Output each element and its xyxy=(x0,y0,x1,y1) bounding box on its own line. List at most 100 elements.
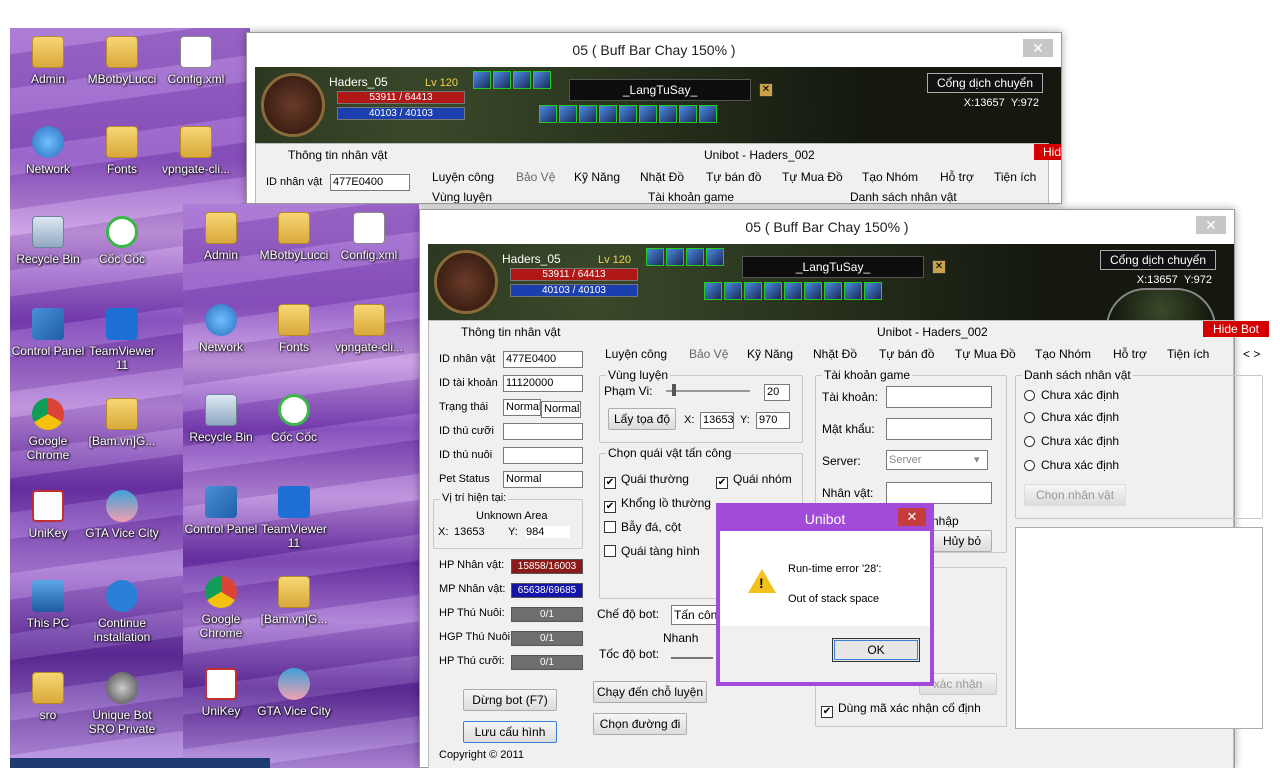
desktop-icon[interactable]: GTA Vice City xyxy=(256,668,332,718)
tab-5[interactable]: Tự Mua Đồ xyxy=(955,347,1016,361)
desktop-icon[interactable]: vpngate-cli... xyxy=(331,304,407,354)
fixed-code-checkbox[interactable]: ✔ Dùng mã xác nhận cố định xyxy=(821,701,981,718)
save-config-button[interactable]: Lưu cấu hình xyxy=(463,721,557,743)
field-value[interactable]: 477E0400 xyxy=(503,351,583,368)
desktop-icon[interactable]: Admin xyxy=(10,36,86,86)
monster-checkbox[interactable]: ✔ Khổng lồ thường xyxy=(604,496,711,513)
monster-checkbox[interactable]: Bẫy đá, cột xyxy=(604,520,681,534)
desktop-icon[interactable]: Unique Bot SRO Private xyxy=(84,672,160,736)
desktop-icon[interactable]: Fonts xyxy=(256,304,332,354)
tab-8[interactable]: Tiện ích xyxy=(1167,347,1209,361)
char-radio[interactable]: Chưa xác định xyxy=(1024,388,1119,402)
desktop-icon[interactable]: Control Panel xyxy=(10,308,86,358)
desktop-icon[interactable]: TeamViewer 11 xyxy=(84,308,160,372)
monster-checkbox[interactable]: Quái tàng hình xyxy=(604,544,700,558)
target-close-icon[interactable]: ✕ xyxy=(759,83,773,97)
desktop-icon[interactable]: Google Chrome xyxy=(183,576,259,640)
desktop-icon[interactable]: Config.xml xyxy=(331,212,407,262)
tab-6[interactable]: Tạo Nhóm xyxy=(1035,347,1091,361)
desktop-icon[interactable]: Config.xml xyxy=(158,36,234,86)
tab-scroll-arrows[interactable]: < > xyxy=(1243,347,1260,361)
target-close-icon[interactable]: ✕ xyxy=(932,260,946,274)
desktop-icon[interactable]: Fonts xyxy=(84,126,160,176)
tab-0[interactable]: Luyện công xyxy=(432,170,494,184)
desktop-icon[interactable]: [Bam.vn]G... xyxy=(256,576,332,626)
hide-bot-button[interactable]: Hide Bot xyxy=(1034,144,1061,160)
field-value[interactable] xyxy=(503,423,583,440)
area-name: Unknown Area xyxy=(476,510,548,522)
teleport-button[interactable]: Cổng dịch chuyển xyxy=(1100,250,1216,270)
desktop-icon[interactable]: sro xyxy=(10,672,86,722)
desktop-icon[interactable]: Network xyxy=(10,126,86,176)
log-box[interactable] xyxy=(1015,527,1263,729)
desktop-icon[interactable]: Continue installation xyxy=(84,580,160,644)
field-value[interactable]: 11120000 xyxy=(503,375,583,392)
dialog-close-button[interactable]: ✕ xyxy=(898,508,926,526)
desktop-icon[interactable]: Network xyxy=(183,304,259,354)
desktop-icon[interactable]: Cốc Cốc xyxy=(84,216,160,266)
desktop-icon[interactable]: This PC xyxy=(10,580,86,630)
choose-route-button[interactable]: Chọn đường đi xyxy=(593,713,687,735)
tab-5[interactable]: Tự Mua Đồ xyxy=(782,170,843,184)
desktop-icon[interactable]: Recycle Bin xyxy=(10,216,86,266)
tab-2[interactable]: Kỹ Năng xyxy=(574,170,620,184)
teleport-button[interactable]: Cổng dịch chuyển xyxy=(927,73,1043,93)
monster-checkbox[interactable]: ✔ Quái thường xyxy=(604,472,689,489)
account-pass-input[interactable] xyxy=(886,418,992,440)
monster-checkbox[interactable]: ✔ Quái nhóm xyxy=(716,472,792,489)
tab-1[interactable]: Bảo Vệ xyxy=(689,347,728,361)
tab-4[interactable]: Tự bán đồ xyxy=(879,347,934,361)
char-radio[interactable]: Chưa xác định xyxy=(1024,434,1119,448)
goto-train-button[interactable]: Chạy đến chỗ luyện xyxy=(593,681,707,703)
desktop-icon[interactable]: Admin xyxy=(183,212,259,262)
target-x-input[interactable]: 13653 xyxy=(700,412,734,429)
range-input[interactable]: 20 xyxy=(764,384,790,401)
choose-char-button[interactable]: Chọn nhân vật xyxy=(1024,484,1126,506)
hide-bot-button[interactable]: Hide Bot xyxy=(1203,321,1269,337)
desktop-icon[interactable]: Google Chrome xyxy=(10,398,86,462)
ok-button[interactable]: OK xyxy=(832,638,920,662)
char-name-input[interactable] xyxy=(886,482,992,504)
char-radio[interactable]: Chưa xác định xyxy=(1024,410,1119,424)
field-value[interactable]: 477E0400 xyxy=(330,174,410,191)
tab-7[interactable]: Hỗ trợ xyxy=(1113,347,1147,361)
desktop-icon[interactable]: UniKey xyxy=(183,668,259,718)
range-slider-thumb[interactable] xyxy=(672,384,676,396)
range-slider[interactable] xyxy=(666,390,750,392)
field-value[interactable] xyxy=(503,447,583,464)
server-select[interactable]: Server xyxy=(886,450,988,470)
stop-bot-button[interactable]: Dừng bot (F7) xyxy=(463,689,557,711)
tab-1[interactable]: Bảo Vệ xyxy=(516,170,555,184)
desktop-icon[interactable]: vpngate-cli... xyxy=(158,126,234,176)
target-y-input[interactable]: 970 xyxy=(756,412,790,429)
tab-8[interactable]: Tiện ích xyxy=(994,170,1036,184)
field-value[interactable]: Normal xyxy=(503,471,583,488)
tab-6[interactable]: Tạo Nhóm xyxy=(862,170,918,184)
desktop-icon[interactable]: MBotbyLucci xyxy=(84,36,160,86)
desktop-icon[interactable]: MBotbyLucci xyxy=(256,212,332,262)
desktop-icon[interactable]: Recycle Bin xyxy=(183,394,259,444)
tab-7[interactable]: Hỗ trợ xyxy=(940,170,974,184)
mode-select[interactable]: Tấn công xyxy=(671,605,719,625)
desktop-icon[interactable]: GTA Vice City xyxy=(84,490,160,540)
desktop-icon[interactable]: Cốc Cốc xyxy=(256,394,332,444)
char-radio[interactable]: Chưa xác định xyxy=(1024,458,1119,472)
close-button[interactable]: ✕ xyxy=(1196,216,1226,234)
stat-label: HP Thú cưỡi: xyxy=(439,655,505,667)
close-button[interactable]: ✕ xyxy=(1023,39,1053,57)
desktop-icon[interactable]: Control Panel xyxy=(183,486,259,536)
tab-2[interactable]: Kỹ Năng xyxy=(747,347,793,361)
speed-slider[interactable] xyxy=(671,657,713,659)
tab-4[interactable]: Tự bán đồ xyxy=(706,170,761,184)
desktop-icon[interactable]: [Bam.vn]G... xyxy=(84,398,160,448)
tab-0[interactable]: Luyện công xyxy=(605,347,667,361)
status-value-2[interactable]: Normal xyxy=(541,401,581,418)
account-user-input[interactable] xyxy=(886,386,992,408)
desktop-icon[interactable]: UniKey xyxy=(10,490,86,540)
desktop-icon[interactable]: TeamViewer 11 xyxy=(256,486,332,550)
tab-3[interactable]: Nhặt Đồ xyxy=(813,347,857,361)
cancel-button[interactable]: Hủy bỏ xyxy=(932,530,992,552)
get-position-button[interactable]: Lấy tọa độ xyxy=(608,408,676,430)
field-value[interactable]: Normal xyxy=(503,399,541,416)
tab-3[interactable]: Nhặt Đồ xyxy=(640,170,684,184)
